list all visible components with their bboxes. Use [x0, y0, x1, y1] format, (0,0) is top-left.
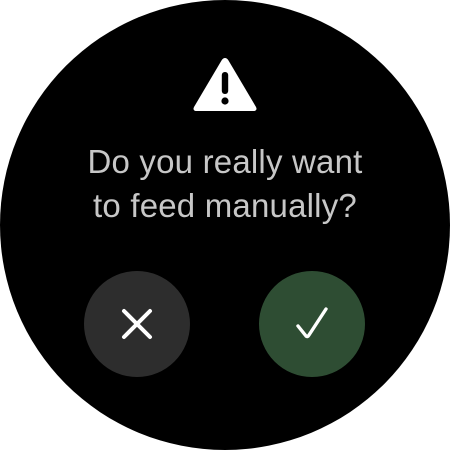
cancel-button[interactable] [84, 271, 190, 377]
confirm-button[interactable] [259, 271, 365, 377]
confirmation-dialog: Do you really want to feed manually? [0, 0, 450, 450]
screen: Do you really want to feed manually? [0, 0, 450, 450]
message-line-2: to feed manually? [93, 187, 357, 224]
close-icon [122, 309, 152, 339]
dialog-message: Do you really want to feed manually? [40, 140, 410, 228]
warning-icon [190, 54, 260, 114]
message-line-1: Do you really want [87, 143, 363, 180]
checkmark-icon [296, 307, 328, 339]
